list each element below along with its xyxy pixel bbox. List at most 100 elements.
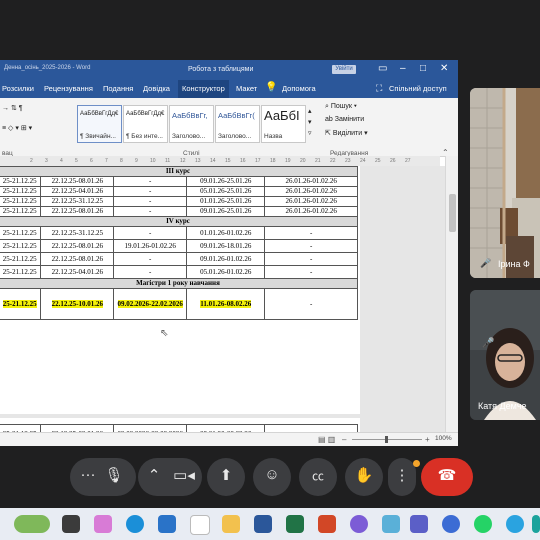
find-button[interactable]: ⌕ Пошук ▾ bbox=[325, 103, 357, 111]
table-cell[interactable]: 26.01.26-01.02.26 bbox=[264, 196, 358, 207]
table-cell[interactable]: - bbox=[264, 252, 358, 266]
table-cell[interactable]: - bbox=[264, 239, 358, 253]
chevron-up-icon[interactable]: ⌃ bbox=[144, 466, 164, 484]
zoom-in-icon[interactable]: + bbox=[425, 435, 430, 444]
shading-icon[interactable]: ≡ ◇ ▾ ⊞ ▾ bbox=[2, 124, 32, 132]
camera-icon[interactable]: ▭◂ bbox=[172, 466, 196, 484]
section-heading[interactable]: IV курс bbox=[0, 216, 358, 227]
style-title[interactable]: АаБбІ Назва bbox=[261, 105, 306, 143]
table-cell[interactable]: 19.01.26-01.02.26 bbox=[113, 239, 188, 253]
remote-desktop-icon[interactable] bbox=[158, 515, 176, 533]
table-cell[interactable]: - bbox=[264, 288, 358, 320]
task-view-icon[interactable] bbox=[62, 515, 80, 533]
section-heading[interactable]: ІІІ курс bbox=[0, 166, 358, 177]
table-cell[interactable]: 25-21.12.25 bbox=[0, 186, 42, 197]
style-heading-1[interactable]: АаБбВвГг, Заголово... bbox=[169, 105, 214, 143]
weather-widget-icon[interactable] bbox=[14, 515, 50, 533]
table-cell[interactable]: 09.01.26-18.01.26 bbox=[186, 239, 266, 253]
table-cell[interactable]: 22.12.25-08.01.26 bbox=[40, 206, 115, 217]
scroll-thumb[interactable] bbox=[449, 194, 456, 232]
table-cell[interactable]: 22.12.25-08.01.26 bbox=[40, 176, 115, 187]
section-heading[interactable]: Магістри 1 року навчання bbox=[0, 278, 358, 289]
close-icon[interactable]: ✕ bbox=[440, 63, 448, 74]
tell-me-input[interactable]: Допомога bbox=[282, 84, 316, 93]
app-icon[interactable] bbox=[532, 515, 540, 533]
style-no-spacing[interactable]: АаБбВвГгДд€ ¶ Без инте... bbox=[123, 105, 168, 143]
table-cell[interactable]: 22.12.25-08.01.26 bbox=[40, 252, 115, 266]
table-cell[interactable]: - bbox=[113, 265, 188, 279]
table-cell[interactable]: 11.01.26-08.02.26 bbox=[186, 288, 266, 320]
zoom-level[interactable]: 100% bbox=[435, 435, 452, 442]
table-cell[interactable]: 25-21.12.25 bbox=[0, 206, 42, 217]
table-cell[interactable]: 22.12.25-02.01.26 bbox=[40, 424, 115, 432]
participant-tile-2[interactable]: 🎤 Катя Демче bbox=[470, 290, 540, 420]
notepad-icon[interactable] bbox=[190, 515, 210, 535]
table-cell[interactable]: 22.12.25-31.12.25 bbox=[40, 226, 115, 240]
select-button[interactable]: ⇱ Виділити ▾ bbox=[325, 129, 368, 137]
whatsapp-icon[interactable] bbox=[474, 515, 492, 533]
powerpoint-icon[interactable] bbox=[318, 515, 336, 533]
table-cell[interactable]: 25-21.12.25 bbox=[0, 252, 42, 266]
table-cell[interactable]: - bbox=[113, 176, 188, 187]
participant-tile-1[interactable]: 🎤 Ірина Ф bbox=[470, 88, 540, 278]
tab-layout[interactable]: Макет bbox=[236, 84, 257, 93]
table-cell[interactable]: - bbox=[264, 226, 358, 240]
style-normal[interactable]: АаБбВвГгДд€ ¶ Звичайн... bbox=[77, 105, 122, 143]
word-taskbar-icon[interactable] bbox=[254, 515, 272, 533]
replace-button[interactable]: ab Замінити bbox=[325, 116, 364, 123]
table-cell[interactable]: - bbox=[113, 252, 188, 266]
view-buttons-icon[interactable]: ▤ ▥ bbox=[318, 435, 335, 444]
table-cell[interactable]: 05.01.26-01.02.26 bbox=[186, 265, 266, 279]
table-cell[interactable] bbox=[264, 424, 358, 432]
table-cell[interactable]: 25-21.12.25 bbox=[0, 176, 42, 187]
more-options-icon[interactable]: ··· bbox=[78, 466, 98, 483]
hang-up-button[interactable]: ☎ bbox=[421, 458, 473, 496]
table-cell[interactable]: - bbox=[113, 186, 188, 197]
edge-icon[interactable] bbox=[126, 515, 144, 533]
zoom-slider-thumb[interactable] bbox=[385, 436, 388, 443]
ribbon-display-icon[interactable]: ▭ bbox=[378, 63, 387, 74]
paragraph-tools-icon[interactable]: → ⇅ ¶ bbox=[2, 104, 23, 112]
table-cell[interactable]: - bbox=[264, 265, 358, 279]
table-cell[interactable]: 09.01.26-01.02.26 bbox=[186, 252, 266, 266]
table-cell[interactable]: 22.12.25-04.01.26 bbox=[40, 186, 115, 197]
tab-help[interactable]: Довідка bbox=[143, 84, 170, 93]
table-cell[interactable]: 03.01.26-08.02.26 bbox=[186, 424, 266, 432]
share-button[interactable]: Спільний доступ bbox=[389, 84, 447, 93]
table-cell[interactable]: 09.01.26-25.01.26 bbox=[186, 206, 266, 217]
table-cell[interactable]: 25-21.12.25 bbox=[0, 226, 42, 240]
table-cell[interactable]: 26.01.26-01.02.26 bbox=[264, 186, 358, 197]
tab-mailings[interactable]: Розсилки bbox=[2, 84, 34, 93]
viber-icon[interactable] bbox=[350, 515, 368, 533]
table-cell[interactable]: 05.01.26-25.01.26 bbox=[186, 186, 266, 197]
document-area[interactable]: ІІІ курс 25-21.12.25 22.12.25-08.01.26-09.… bbox=[0, 166, 445, 432]
zoom-out-icon[interactable]: – bbox=[342, 435, 346, 444]
style-heading-2[interactable]: АаБбВвГг( Заголово... bbox=[215, 105, 260, 143]
maximize-icon[interactable]: □ bbox=[420, 63, 426, 74]
table-cell[interactable]: 22.12.25-04.01.26 bbox=[40, 265, 115, 279]
table-cell[interactable]: 01.01.26-25.01.26 bbox=[186, 196, 266, 207]
file-explorer-icon[interactable] bbox=[222, 515, 240, 533]
table-cell[interactable]: 25-21.12.25 bbox=[0, 196, 42, 207]
table-cell[interactable]: 25-21.12.25 bbox=[0, 424, 42, 432]
copilot-icon[interactable] bbox=[94, 515, 112, 533]
table-cell[interactable]: - bbox=[113, 226, 188, 240]
table-cell[interactable]: 26.01.26-01.02.26 bbox=[264, 176, 358, 187]
table-cell[interactable]: 22.12.25-08.01.26 bbox=[40, 239, 115, 253]
vertical-scrollbar[interactable] bbox=[445, 156, 458, 432]
table-cell[interactable]: 01.01.26-01.02.26 bbox=[186, 226, 266, 240]
zoom-icon[interactable] bbox=[442, 515, 460, 533]
table-cell[interactable]: - bbox=[113, 206, 188, 217]
table-cell[interactable]: 22.12.25-31.12.25 bbox=[40, 196, 115, 207]
telegram-icon[interactable] bbox=[506, 515, 524, 533]
styles-scroll-icon[interactable]: ▴ ▾ ▿ bbox=[308, 106, 312, 139]
tab-review[interactable]: Рецензування bbox=[44, 84, 93, 93]
table-cell[interactable]: 25-21.12.25 bbox=[0, 288, 42, 320]
excel-icon[interactable] bbox=[286, 515, 304, 533]
table-cell[interactable]: 26.01.26-01.02.26 bbox=[264, 206, 358, 217]
teams-icon[interactable] bbox=[410, 515, 428, 533]
teams-meet-icon[interactable] bbox=[382, 515, 400, 533]
tab-design[interactable]: Конструктор bbox=[178, 80, 229, 98]
table-cell[interactable]: 09.02.2026-22.02.2026 bbox=[113, 288, 188, 320]
minimize-icon[interactable]: – bbox=[400, 63, 406, 74]
